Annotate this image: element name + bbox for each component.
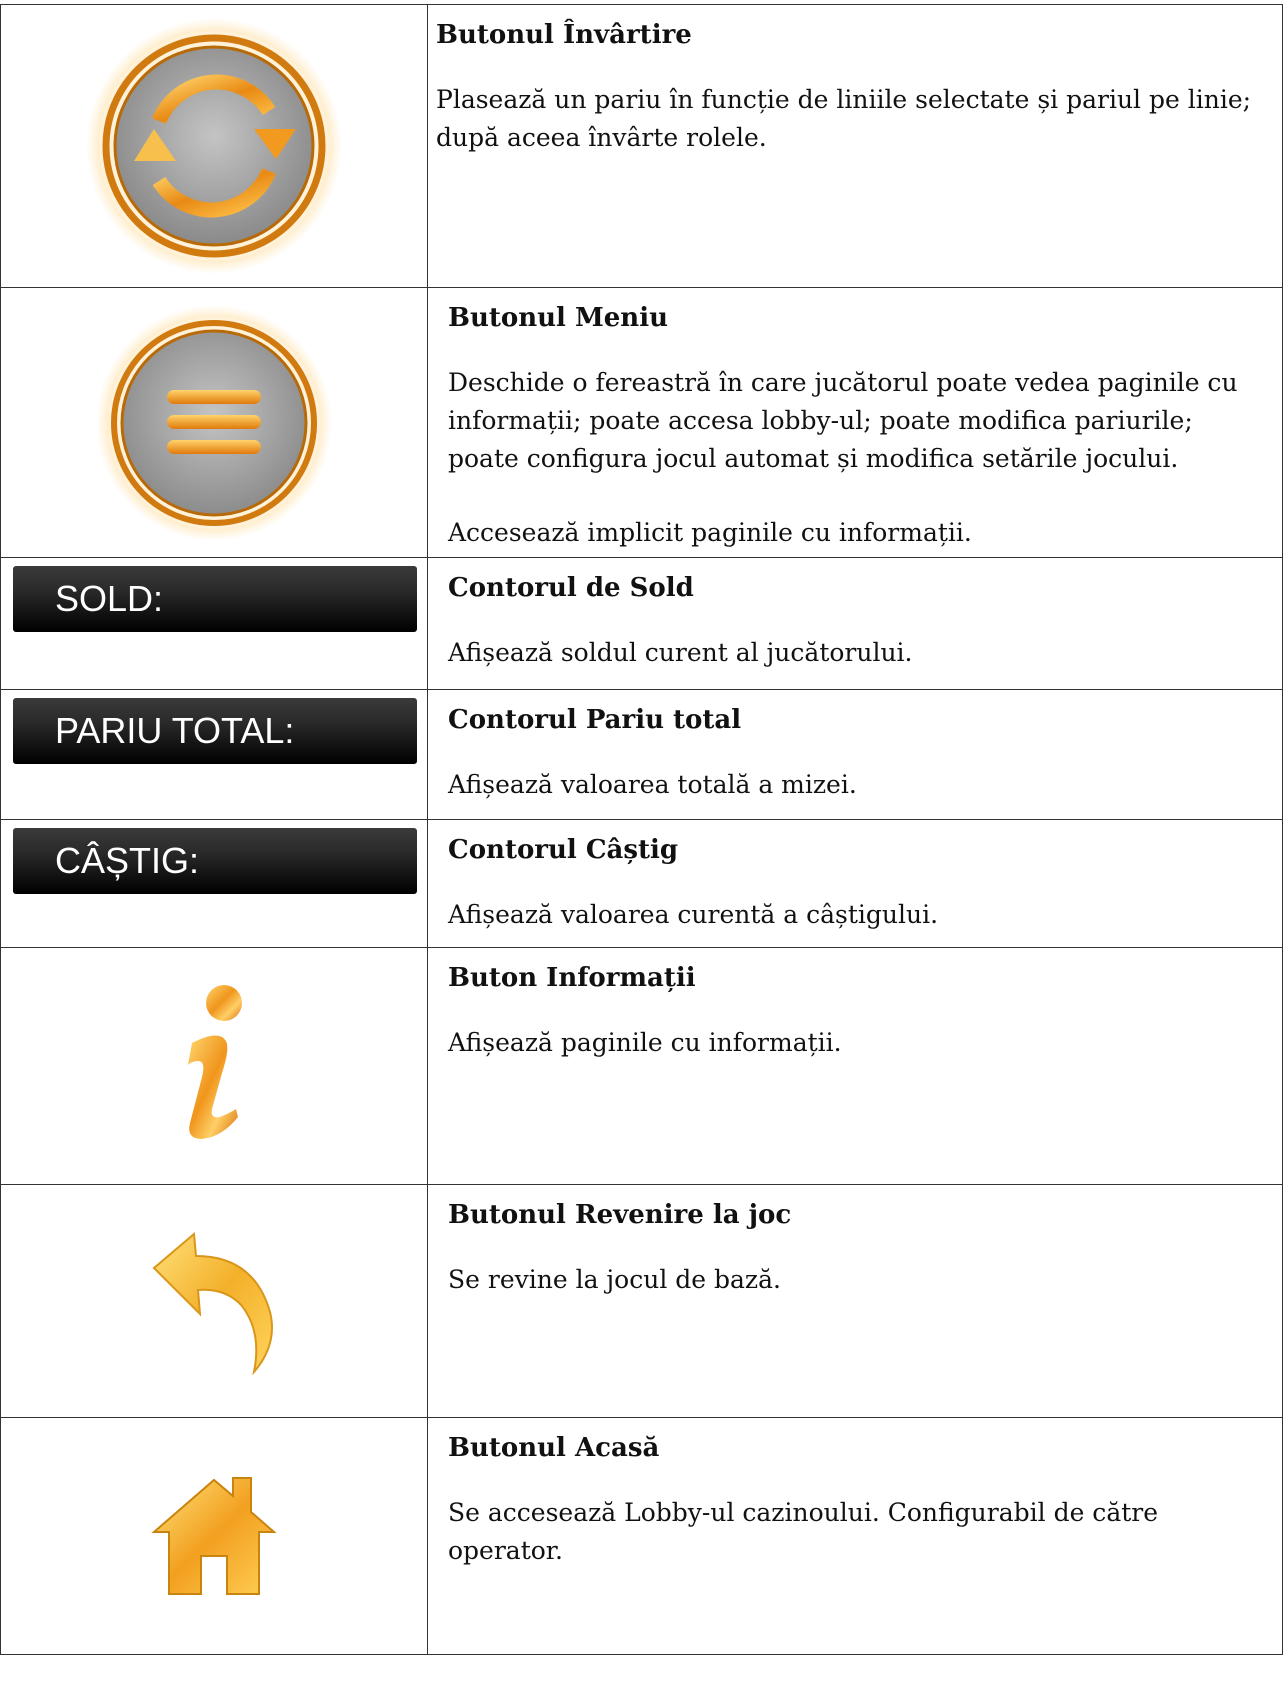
row-description: Afișează valoarea totală a mizei. <box>448 770 857 799</box>
icon-cell <box>0 4 428 288</box>
table-row: SOLD: Contorul de Sold Afișează soldul c… <box>0 557 1283 690</box>
icon-cell: CÂȘTIG: <box>0 819 428 948</box>
row-title: Contorul Câștig <box>448 835 679 865</box>
button-reference-table: Butonul Învârtire Plasează un pariu în f… <box>0 4 1283 1655</box>
table-row: Buton Informații Afișează paginile cu in… <box>0 947 1283 1185</box>
table-row: PARIU TOTAL: Contorul Pariu total Afișea… <box>0 689 1283 820</box>
row-description: Deschide o fereastră în care jucătorul p… <box>448 368 1238 473</box>
description-cell: Buton Informații Afișează paginile cu in… <box>427 947 1283 1185</box>
description-cell: Contorul Câștig Afișează valoarea curent… <box>427 819 1283 948</box>
row-title: Butonul Acasă <box>448 1433 660 1463</box>
total-bet-counter: PARIU TOTAL: <box>13 698 417 764</box>
return-icon <box>152 1231 273 1376</box>
icon-cell <box>0 1417 428 1655</box>
description-cell: Butonul Învârtire Plasează un pariu în f… <box>427 4 1283 288</box>
spin-icon <box>86 18 342 274</box>
row-title: Butonul Învârtire <box>436 20 692 50</box>
row-description: Se accesează Lobby-ul cazinoului. Config… <box>448 1498 1159 1565</box>
description-cell: Butonul Meniu Deschide o fereastră în ca… <box>427 287 1283 558</box>
win-counter: CÂȘTIG: <box>13 828 417 894</box>
home-icon <box>151 1477 277 1595</box>
row-title: Contorul Pariu total <box>448 705 742 735</box>
row-title: Butonul Meniu <box>448 303 668 333</box>
icon-cell: SOLD: <box>0 557 428 690</box>
row-description-extra: Accesează implicit paginile cu informați… <box>448 518 972 547</box>
info-icon <box>188 985 242 1139</box>
icon-cell: PARIU TOTAL: <box>0 689 428 820</box>
menu-icon <box>96 304 332 541</box>
icon-cell <box>0 287 428 558</box>
description-cell: Contorul de Sold Afișează soldul curent … <box>427 557 1283 690</box>
row-title: Contorul de Sold <box>448 573 694 603</box>
row-title: Buton Informații <box>448 963 696 993</box>
description-cell: Butonul Acasă Se accesează Lobby-ul cazi… <box>427 1417 1283 1655</box>
row-description: Afișează valoarea curentă a câștigului. <box>448 900 939 929</box>
balance-counter: SOLD: <box>13 566 417 632</box>
row-description: Plasează un pariu în funcție de liniile … <box>436 85 1252 152</box>
table-row: Butonul Învârtire Plasează un pariu în f… <box>0 4 1283 288</box>
icon-cell <box>0 1184 428 1418</box>
icon-cell <box>0 947 428 1185</box>
table-row: Butonul Acasă Se accesează Lobby-ul cazi… <box>0 1417 1283 1655</box>
table-row: Butonul Meniu Deschide o fereastră în ca… <box>0 287 1283 558</box>
description-cell: Butonul Revenire la joc Se revine la joc… <box>427 1184 1283 1418</box>
table-row: Butonul Revenire la joc Se revine la joc… <box>0 1184 1283 1418</box>
row-description: Afișează paginile cu informații. <box>448 1028 842 1057</box>
description-cell: Contorul Pariu total Afișează valoarea t… <box>427 689 1283 820</box>
row-title: Butonul Revenire la joc <box>448 1200 792 1230</box>
table-row: CÂȘTIG: Contorul Câștig Afișează valoare… <box>0 819 1283 948</box>
row-description: Se revine la jocul de bază. <box>448 1265 781 1294</box>
row-description: Afișează soldul curent al jucătorului. <box>448 638 913 667</box>
